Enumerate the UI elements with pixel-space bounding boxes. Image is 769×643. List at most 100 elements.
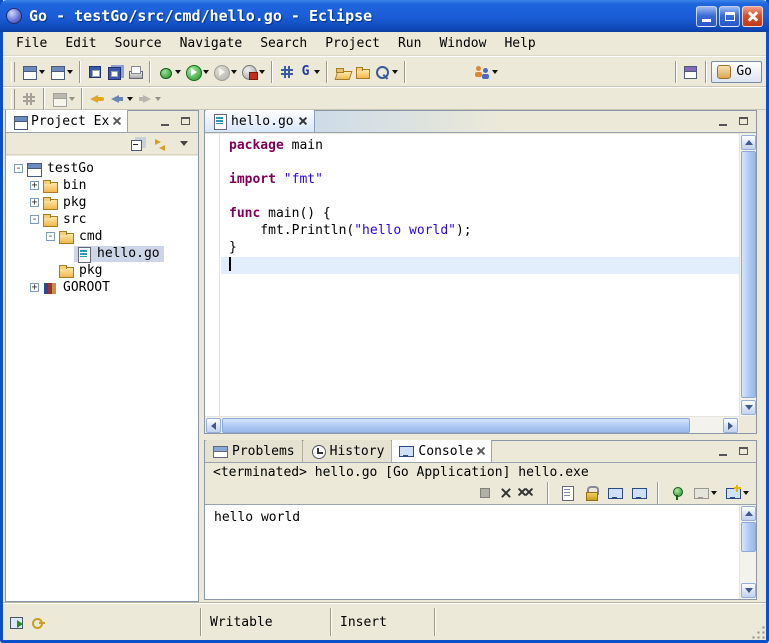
- toolbar-grip[interactable]: [11, 62, 15, 82]
- minimize-button[interactable]: [696, 6, 717, 27]
- toolbar-grip[interactable]: [11, 89, 15, 109]
- maximize-view-button[interactable]: [735, 444, 752, 459]
- tab-problems[interactable]: Problems: [205, 440, 303, 462]
- print-button[interactable]: [125, 60, 145, 84]
- fast-view-button[interactable]: [9, 614, 25, 630]
- profile-button[interactable]: [211, 60, 239, 84]
- tree-item-src[interactable]: - src: [6, 211, 198, 228]
- maximize-view-button[interactable]: [735, 114, 752, 129]
- new-wizard-button[interactable]: [19, 60, 47, 84]
- minimize-view-button[interactable]: [714, 114, 731, 129]
- eclipse-app-icon[interactable]: [6, 8, 22, 24]
- save-all-button[interactable]: [105, 60, 125, 84]
- debug-button[interactable]: [155, 60, 183, 84]
- toolbar-separator: [657, 482, 659, 504]
- scrollbar-thumb[interactable]: [741, 151, 756, 398]
- open-console-button[interactable]: [723, 481, 751, 505]
- editor-vertical-scrollbar[interactable]: [739, 134, 756, 416]
- menu-help[interactable]: Help: [495, 34, 544, 53]
- scroll-down-button[interactable]: [741, 400, 756, 415]
- tab-console[interactable]: Console: [392, 440, 492, 462]
- menu-navigate[interactable]: Navigate: [171, 34, 252, 53]
- tab-history[interactable]: History: [303, 440, 393, 462]
- scroll-up-button[interactable]: [741, 135, 756, 150]
- expander-icon[interactable]: +: [30, 198, 39, 207]
- selected-tree-item[interactable]: hello.go: [74, 246, 164, 262]
- close-tab-icon[interactable]: [299, 117, 307, 125]
- save-button[interactable]: [85, 60, 105, 84]
- scroll-right-button[interactable]: [723, 418, 738, 433]
- menu-project[interactable]: Project: [316, 34, 389, 53]
- search-button[interactable]: [372, 60, 400, 84]
- terminate-button[interactable]: [475, 481, 495, 505]
- expander-icon[interactable]: -: [30, 215, 39, 224]
- title-bar[interactable]: Go - testGo/src/cmd/hello.go - Eclipse: [0, 0, 769, 32]
- scroll-lock-button[interactable]: [581, 481, 601, 505]
- console-vertical-scrollbar[interactable]: [739, 505, 756, 599]
- new-go-element-button[interactable]: [47, 60, 75, 84]
- team-button[interactable]: [472, 60, 500, 84]
- scroll-left-button[interactable]: [206, 418, 221, 433]
- show-on-stderr-button[interactable]: [629, 481, 649, 505]
- new-go-file-button[interactable]: G: [297, 60, 322, 84]
- scrollbar-thumb[interactable]: [741, 522, 756, 552]
- tree-item-testgo[interactable]: - testGo: [6, 160, 198, 177]
- expander-icon[interactable]: -: [46, 232, 55, 241]
- menu-source[interactable]: Source: [106, 34, 171, 53]
- tree-item-cmd[interactable]: - cmd: [6, 228, 198, 245]
- code-area[interactable]: package main import "fmt" func main() { …: [221, 134, 739, 416]
- minimize-view-button[interactable]: [156, 114, 173, 129]
- scroll-down-button[interactable]: [741, 583, 756, 598]
- close-tab-icon[interactable]: [113, 117, 121, 125]
- run-button[interactable]: [183, 60, 211, 84]
- clear-console-button[interactable]: [557, 481, 577, 505]
- go-perspective-button[interactable]: Go: [711, 61, 762, 83]
- menu-run[interactable]: Run: [389, 34, 430, 53]
- last-edit-location-button[interactable]: [87, 87, 107, 111]
- menu-window[interactable]: Window: [430, 34, 495, 53]
- expander-icon[interactable]: +: [30, 181, 39, 190]
- scrollbar-thumb[interactable]: [222, 418, 690, 433]
- import-button[interactable]: [352, 60, 372, 84]
- scroll-up-button[interactable]: [741, 506, 756, 521]
- window-resize-grip[interactable]: [750, 624, 765, 639]
- monitor-icon: [693, 485, 709, 501]
- maximize-view-button[interactable]: [177, 114, 194, 129]
- key-icon[interactable]: [30, 614, 46, 630]
- back-button[interactable]: [107, 87, 135, 111]
- remove-launch-button[interactable]: [499, 481, 513, 505]
- view-menu-button[interactable]: [175, 132, 193, 156]
- show-on-stdout-button[interactable]: [605, 481, 625, 505]
- close-tab-icon[interactable]: [477, 447, 485, 455]
- tab-hello-go[interactable]: hello.go: [205, 110, 315, 132]
- run-icon: [185, 64, 201, 80]
- menu-search[interactable]: Search: [251, 34, 316, 53]
- console-output[interactable]: hello world: [205, 504, 756, 599]
- expander-icon[interactable]: -: [14, 164, 23, 173]
- tree-item-src-pkg[interactable]: pkg: [6, 262, 198, 279]
- menu-edit[interactable]: Edit: [56, 34, 105, 53]
- open-resource-button[interactable]: [332, 60, 352, 84]
- tree-item-goroot[interactable]: + GOROOT: [6, 279, 198, 296]
- new-type-button[interactable]: [49, 87, 77, 111]
- close-button[interactable]: [742, 6, 763, 27]
- menu-file[interactable]: File: [7, 34, 56, 53]
- new-package-button[interactable]: [19, 87, 39, 111]
- open-perspective-button[interactable]: [681, 60, 701, 84]
- remove-all-terminated-button[interactable]: [517, 481, 539, 505]
- maximize-button[interactable]: [719, 6, 740, 27]
- link-with-editor-button[interactable]: [151, 132, 171, 156]
- expander-icon[interactable]: +: [30, 283, 39, 292]
- minimize-view-button[interactable]: [714, 444, 731, 459]
- editor-horizontal-scrollbar[interactable]: [205, 416, 739, 433]
- tree-item-pkg[interactable]: + pkg: [6, 194, 198, 211]
- external-tools-button[interactable]: [239, 60, 267, 84]
- tree-item-hello-go[interactable]: hello.go: [6, 245, 198, 262]
- pin-console-button[interactable]: [667, 481, 687, 505]
- new-go-package-button[interactable]: [277, 60, 297, 84]
- collapse-all-button[interactable]: [127, 132, 147, 156]
- tab-project-explorer[interactable]: Project Ex: [6, 110, 128, 132]
- display-console-button[interactable]: [691, 481, 719, 505]
- tree-item-bin[interactable]: + bin: [6, 177, 198, 194]
- forward-button[interactable]: [135, 87, 163, 111]
